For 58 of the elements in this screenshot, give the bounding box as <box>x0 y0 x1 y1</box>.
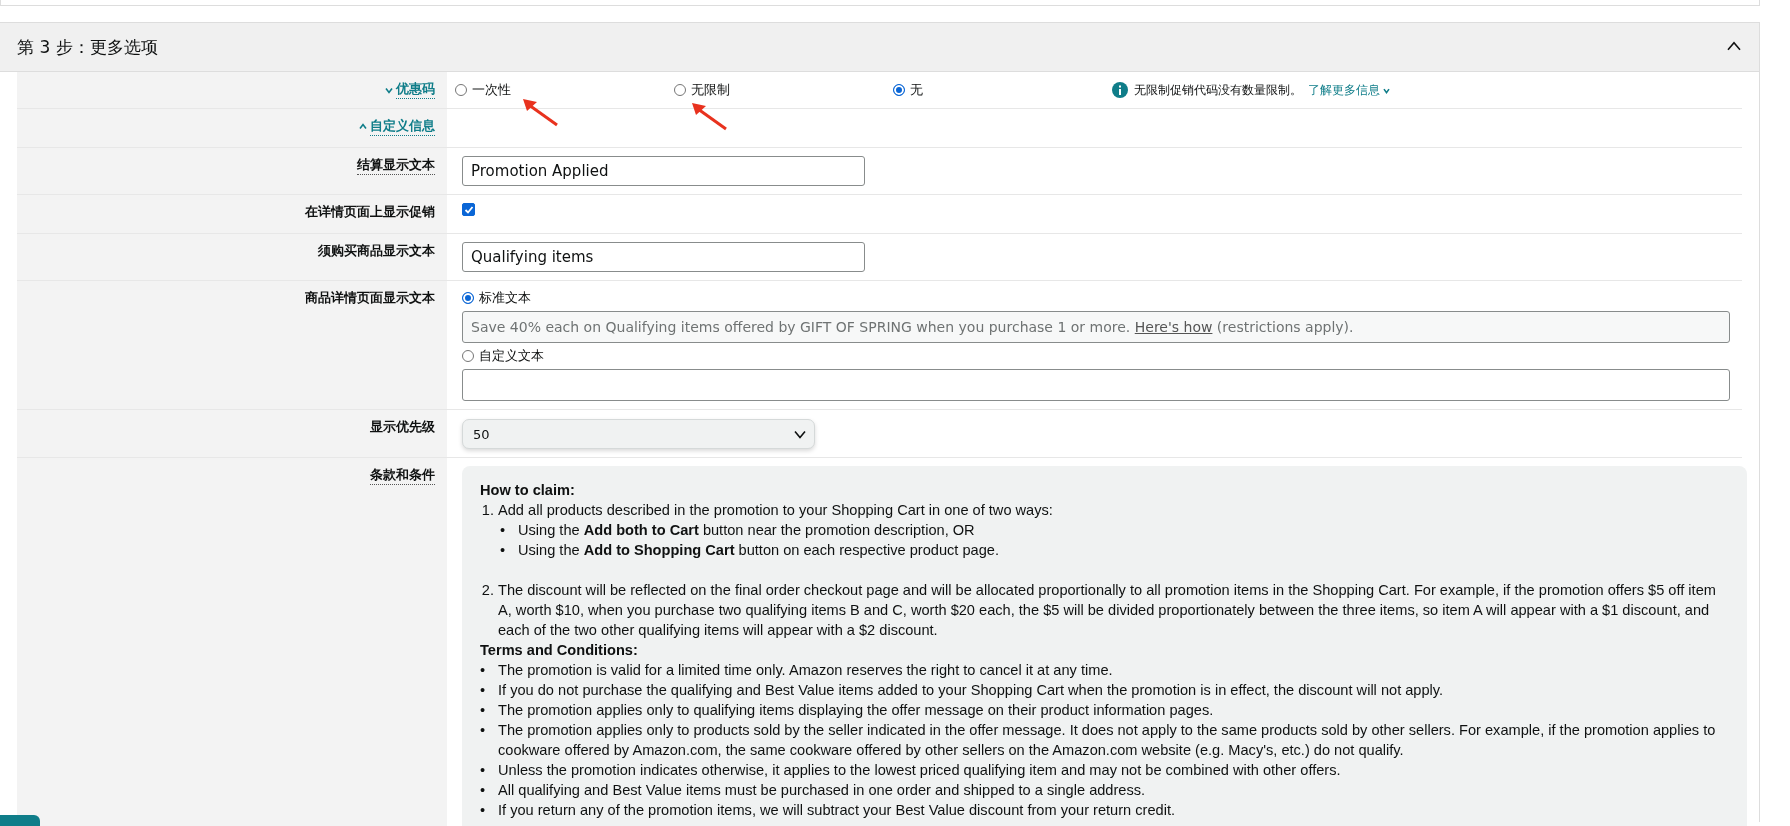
list-marker: • <box>480 801 487 820</box>
list-item-text: Unless the promotion indicates otherwise, it applies to the lowest priced qualifying item and may not be combined with other offers. <box>498 761 1342 780</box>
option-label: 一次性 <box>472 81 511 99</box>
field-label: 须购买商品显示文本 <box>318 242 435 260</box>
caret-icon <box>1383 86 1390 94</box>
checkmark-icon <box>463 204 474 215</box>
list-marker: 2. <box>480 581 495 600</box>
list-marker: • <box>480 681 487 700</box>
section-toggle-link[interactable]: 自定义信息 <box>359 117 435 136</box>
section-title: 第 3 步：更多选项 <box>17 35 158 59</box>
dropdown-chevron-icon <box>794 428 806 440</box>
radio-button[interactable] <box>462 292 474 304</box>
list-item-text: If you do not purchase the qualifying and Best Value items added to your Shopping Cart when the promotion is in effect, the discount will not apply. <box>498 681 1445 700</box>
priority-dropdown[interactable]: 50 <box>462 419 815 449</box>
section-header[interactable]: 第 3 步：更多选项 <box>0 22 1759 72</box>
preview-text: Save 40% each on Qualifying items offered by GIFT OF SPRING when you purchase 1 or more. Here's how (restrictions apply). <box>471 319 1354 335</box>
field-label: 条款和条件 <box>370 466 435 485</box>
list-marker: • <box>480 761 487 780</box>
heres-how-link[interactable]: Here's how <box>1134 319 1213 335</box>
list-item-text: Using the Add to Shopping Cart button on each respective product page. <box>518 541 1000 560</box>
list-marker: • <box>500 541 507 560</box>
list-item-text: The promotion is valid for a limited time only. Amazon reserves the right to cancel it at any time. <box>498 661 1114 680</box>
section-toggle-link[interactable]: 优惠码 <box>385 80 435 99</box>
option-label: 无 <box>910 81 923 99</box>
list-item-text: If you return any of the promotion items, we will subtract your Best Value discount from your return credit. <box>498 801 1176 820</box>
radio-button[interactable] <box>462 350 474 362</box>
list-item-text: The discount will be reflected on the final order checkout page and will be allocated proportionally to all promotion items in the Shopping Cart. For example, if the promotion offers $5 off item A, worth $10, when you purchase two qualifying items B and C, worth $20 each, the $5 will be divided proportionately between the three items, so item A will appear with a $1 discount, and each of the two other qualifying items will appear with a $2 discount. <box>498 581 1717 640</box>
field-label: 在详情页面上显示促销 <box>305 203 435 221</box>
field-label: 商品详情页面显示文本 <box>305 289 435 307</box>
list-marker: 1. <box>480 501 495 520</box>
text-field[interactable] <box>462 369 1730 401</box>
list-marker: • <box>480 781 487 800</box>
text-field[interactable]: Promotion Applied <box>462 156 865 186</box>
learn-more-link[interactable]: 了解更多信息 <box>1308 81 1390 99</box>
radio-button[interactable] <box>674 84 686 96</box>
terms-heading: How to claim: <box>480 481 576 500</box>
option-label: 无限制 <box>691 81 730 99</box>
field-label: 结算显示文本 <box>357 156 435 175</box>
list-item-text: Add all products described in the promotion to your Shopping Cart in one of two ways: <box>498 501 1054 520</box>
dropdown-value: 50 <box>473 426 490 442</box>
list-marker: • <box>480 701 487 720</box>
info-icon <box>1112 82 1128 98</box>
field-label: 显示优先级 <box>370 418 435 436</box>
text-field[interactable]: Qualifying items <box>462 242 865 272</box>
list-marker: • <box>480 661 487 680</box>
list-item-text: The promotion applies only to qualifying items displaying the offer message on their product information pages. <box>498 701 1215 720</box>
list-item-text: All qualifying and Best Value items must be purchased in one order and shipped to a single address. <box>498 781 1147 800</box>
checkbox[interactable] <box>462 203 475 216</box>
list-marker: • <box>500 521 507 540</box>
info-text: 无限制促销代码没有数量限制。 <box>1134 81 1302 99</box>
list-item-text: The promotion applies only to products sold by the seller indicated in the offer message. It does not apply to the same products sold by other sellers. For example, if the promotion applies to cookware offered by Amazon.com, the same cookware offered by other sellers on the Amazon.com website (e.g. Macy's, etc.) do not qualify. <box>498 721 1717 760</box>
radio-button[interactable] <box>893 84 905 96</box>
option-label: 标准文本 <box>479 289 531 307</box>
radio-button[interactable] <box>455 84 467 96</box>
terms-heading: Terms and Conditions: <box>480 641 639 660</box>
option-label: 自定义文本 <box>479 347 544 365</box>
list-item-text: Using the Add both to Cart button near the promotion description, OR <box>518 521 976 540</box>
list-marker: • <box>480 721 487 740</box>
